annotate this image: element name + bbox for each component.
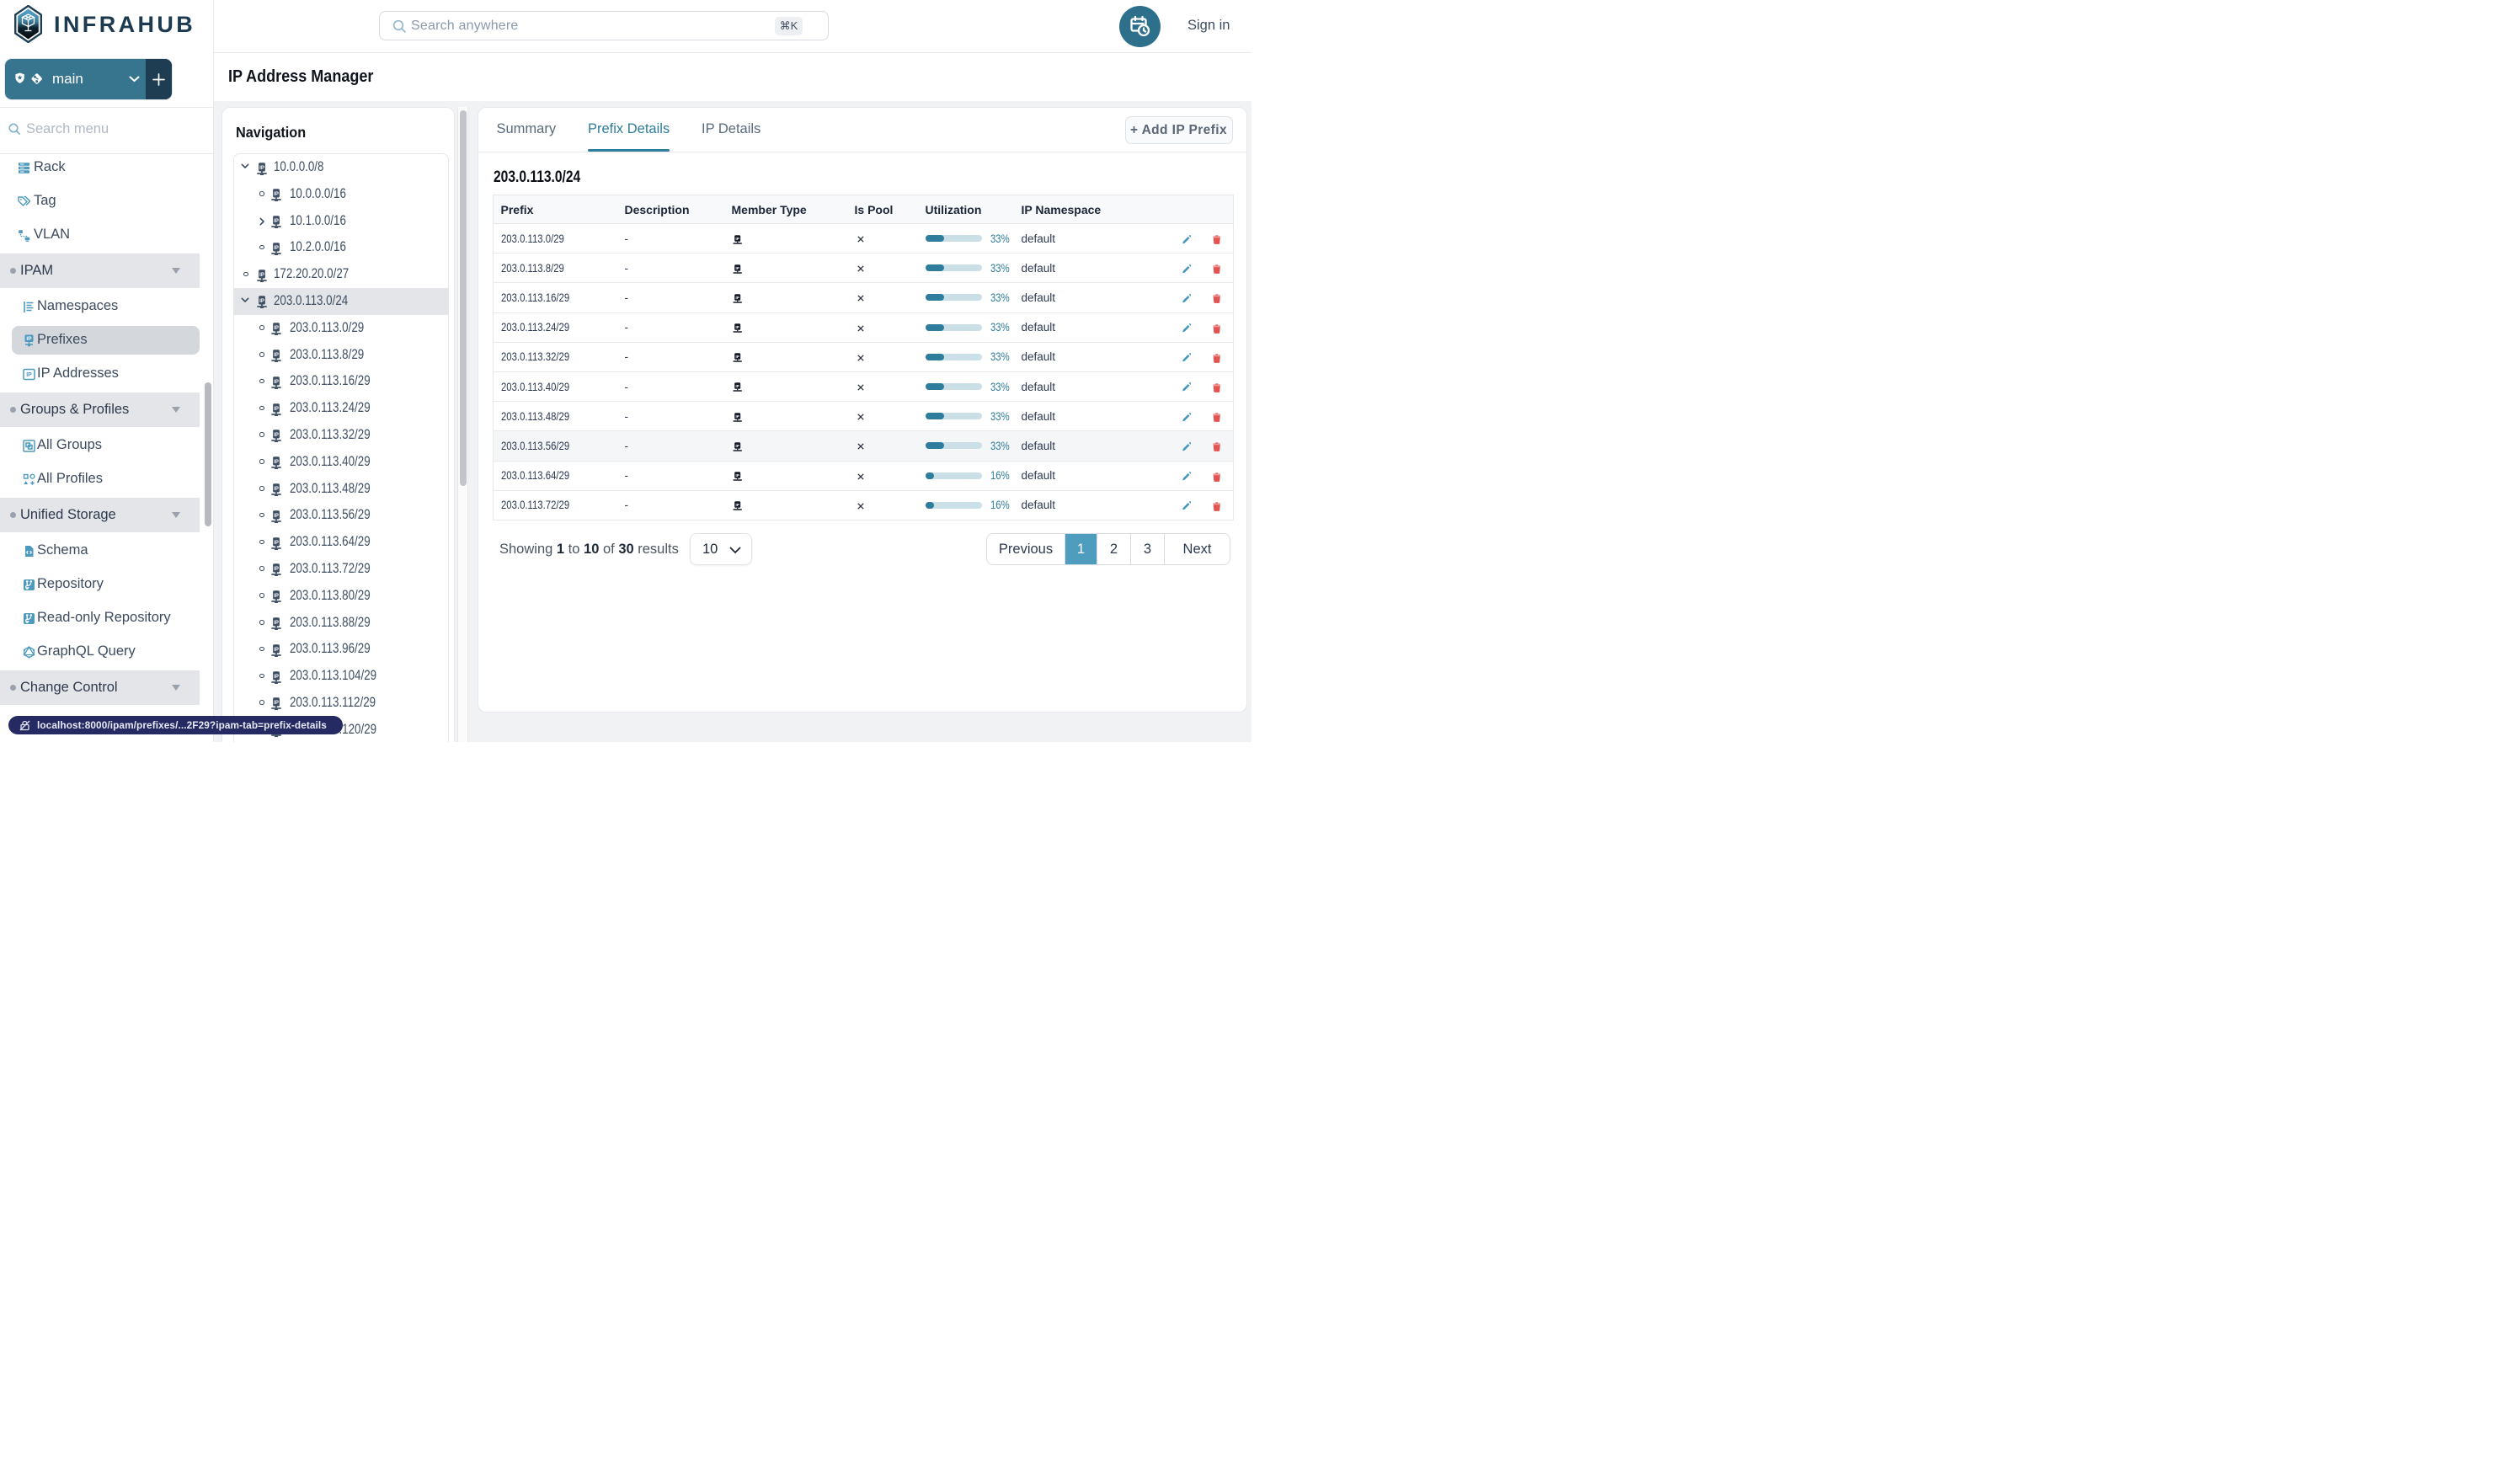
svg-text:IP: IP bbox=[274, 675, 279, 680]
svg-text:IP: IP bbox=[735, 237, 739, 241]
svg-text:IP: IP bbox=[274, 567, 279, 572]
svg-text:IP: IP bbox=[735, 325, 739, 329]
svg-text:IP: IP bbox=[274, 621, 279, 626]
svg-text:IP: IP bbox=[274, 192, 279, 197]
svg-text:IP: IP bbox=[735, 503, 739, 507]
svg-text:IP: IP bbox=[274, 460, 279, 465]
svg-text:IP: IP bbox=[274, 487, 279, 492]
svg-text:IP: IP bbox=[274, 648, 279, 653]
svg-text:IP: IP bbox=[274, 541, 279, 546]
svg-text:IP: IP bbox=[735, 266, 739, 270]
svg-text:IP: IP bbox=[26, 372, 32, 378]
svg-text:IP: IP bbox=[26, 336, 32, 342]
svg-text:IP: IP bbox=[274, 380, 279, 385]
svg-text:IP: IP bbox=[735, 444, 739, 448]
svg-text:IP: IP bbox=[274, 246, 279, 251]
svg-text:IP: IP bbox=[274, 433, 279, 438]
svg-text:IP: IP bbox=[735, 355, 739, 359]
svg-text:IP: IP bbox=[274, 701, 279, 706]
svg-text:IP: IP bbox=[735, 414, 739, 419]
svg-text:IP: IP bbox=[274, 219, 279, 224]
svg-text:IP: IP bbox=[735, 473, 739, 478]
svg-text:IP: IP bbox=[735, 296, 739, 300]
svg-text:IP: IP bbox=[274, 594, 279, 599]
svg-text:IP: IP bbox=[274, 407, 279, 412]
svg-text:IP: IP bbox=[259, 299, 264, 304]
svg-text:IP: IP bbox=[735, 384, 739, 388]
svg-text:IP: IP bbox=[259, 273, 264, 278]
svg-text:IP: IP bbox=[259, 166, 264, 171]
svg-text:IP: IP bbox=[274, 353, 279, 358]
svg-text:IP: IP bbox=[274, 326, 279, 331]
svg-text:IP: IP bbox=[274, 514, 279, 519]
